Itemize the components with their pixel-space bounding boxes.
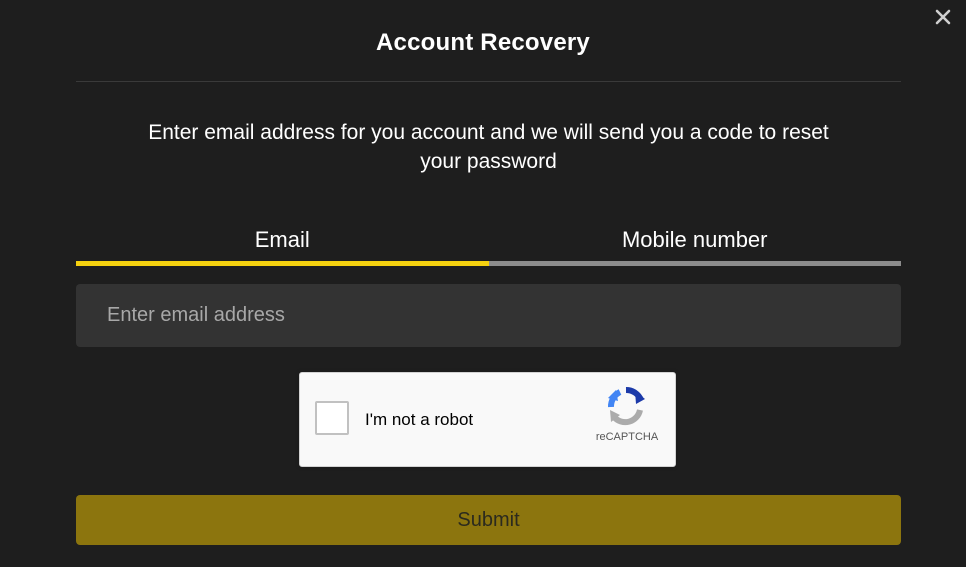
tab-mobile-number-indicator bbox=[488, 261, 901, 266]
tab-email-label: Email bbox=[254, 227, 310, 252]
tab-email-indicator bbox=[76, 261, 489, 266]
recovery-method-tabs: Email Mobile number bbox=[76, 222, 901, 266]
close-button[interactable] bbox=[932, 6, 954, 28]
recaptcha-logo-icon bbox=[608, 386, 645, 426]
modal-title: Account Recovery bbox=[376, 29, 590, 56]
recaptcha-label: I'm not a robot bbox=[365, 410, 474, 429]
recaptcha-checkbox[interactable] bbox=[315, 401, 349, 435]
close-icon bbox=[935, 9, 951, 25]
instructions-text: Enter email address for you account and … bbox=[148, 121, 829, 173]
submit-button[interactable]: Submit bbox=[76, 495, 901, 545]
title-divider bbox=[76, 81, 901, 82]
recaptcha-brand: reCAPTCHA bbox=[595, 431, 659, 443]
tab-mobile-number[interactable]: Mobile number bbox=[488, 222, 901, 266]
tab-mobile-number-label: Mobile number bbox=[621, 227, 768, 252]
recaptcha-widget: I'm not a robot reCAPTCHA bbox=[299, 372, 676, 467]
account-recovery-modal: Account Recovery Enter email address for… bbox=[0, 0, 966, 567]
email-field[interactable] bbox=[76, 284, 901, 347]
tab-email[interactable]: Email bbox=[76, 222, 489, 266]
